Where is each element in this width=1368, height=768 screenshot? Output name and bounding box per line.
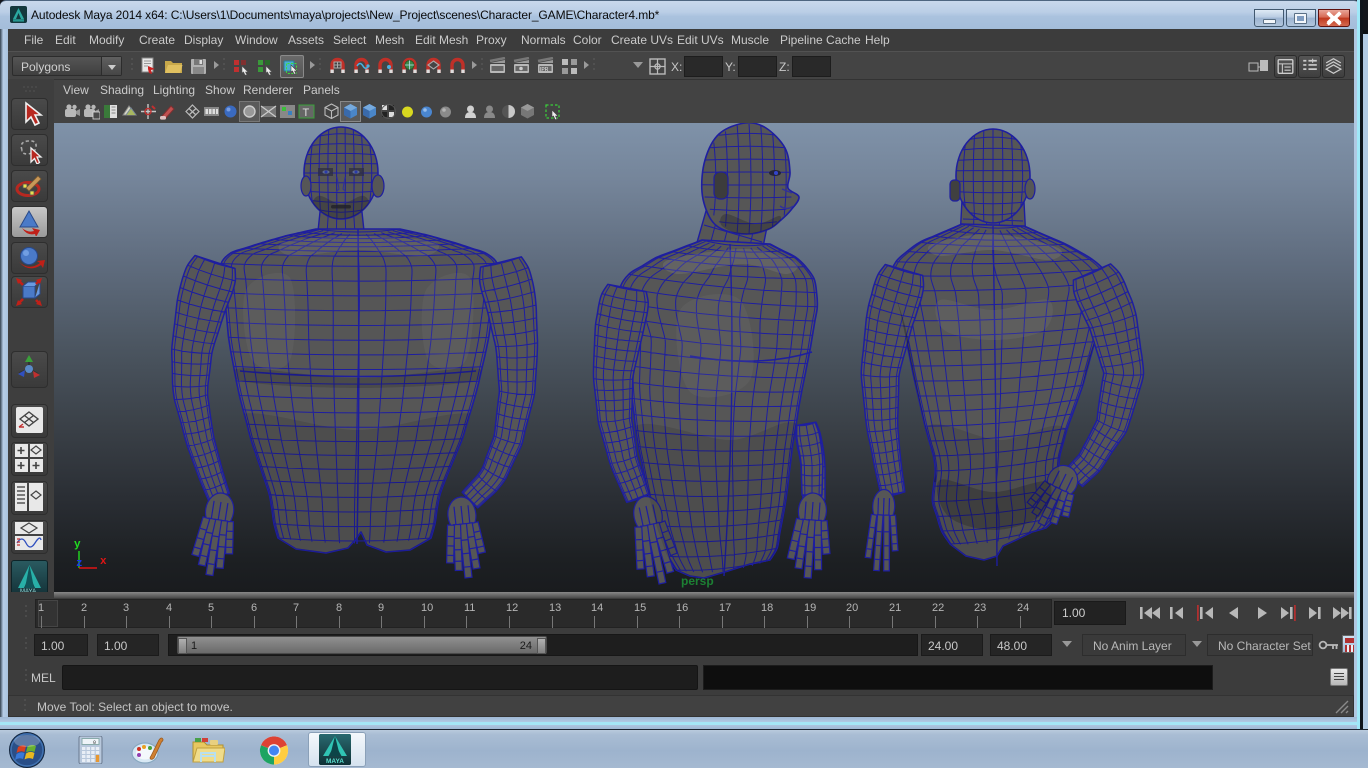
svg-text:MAYA: MAYA bbox=[326, 758, 344, 765]
svg-text:IPR: IPR bbox=[540, 67, 549, 73]
svg-text:z: z bbox=[76, 558, 83, 570]
svg-text:MAYA: MAYA bbox=[20, 589, 36, 592]
svg-text:x: x bbox=[100, 556, 107, 568]
svg-text:T: T bbox=[303, 107, 310, 119]
svg-text:0: 0 bbox=[93, 740, 96, 746]
svg-text:y: y bbox=[74, 539, 81, 551]
